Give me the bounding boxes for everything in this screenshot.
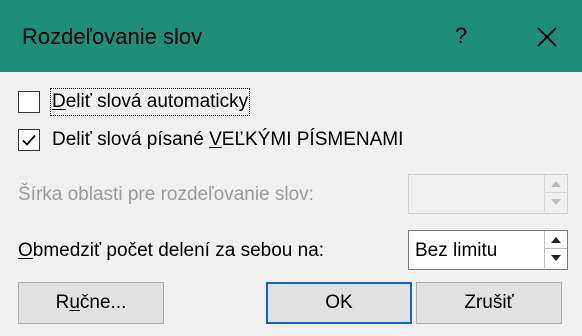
consecutive-limit-value[interactable]: Bez limitu (415, 239, 497, 263)
label-text: R (55, 292, 70, 313)
hyphenation-zone-spinner (408, 174, 568, 214)
spin-up-button (545, 175, 567, 193)
label-text: čne... (79, 292, 127, 313)
hyphenation-zone-row: Šírka oblasti pre rozdeľovanie slov: (18, 174, 568, 214)
hyphenate-caps-option[interactable]: Deliť slová písané VEĽKÝMI PÍSMENAMI (18, 127, 403, 153)
title-bar: Rozdeľovanie slov ? (0, 0, 582, 72)
close-icon (537, 27, 557, 47)
arrow-down-icon (551, 255, 561, 261)
auto-hyphenate-label: Deliť slová automaticky (49, 88, 251, 116)
ok-button[interactable]: OK (266, 282, 412, 324)
consecutive-limit-row: Obmedziť počet delení za sebou na: Bez l… (18, 230, 568, 270)
consecutive-limit-label: Obmedziť počet delení za sebou na: (18, 239, 324, 263)
manual-button[interactable]: Ru čne... (18, 282, 164, 324)
accelerator-key: V (209, 129, 222, 150)
spin-down-button[interactable] (545, 249, 567, 267)
checkmark-icon (22, 134, 36, 146)
label-text: eliť slová automaticky (65, 91, 249, 112)
spinner-buttons (544, 231, 567, 268)
accelerator-key: u (69, 292, 80, 313)
auto-hyphenate-option[interactable]: Deliť slová automaticky (18, 88, 251, 116)
help-button[interactable]: ? (446, 23, 476, 51)
arrow-up-icon (551, 236, 561, 243)
auto-hyphenate-checkbox[interactable] (18, 91, 40, 113)
spin-up-button[interactable] (545, 231, 567, 249)
consecutive-limit-spinner[interactable]: Bez limitu (408, 230, 568, 270)
spin-down-button (545, 193, 567, 211)
close-button[interactable] (530, 22, 562, 52)
dialog-title: Rozdeľovanie slov (22, 24, 203, 49)
label-text: EĽKÝMI PÍSMENAMI (221, 129, 404, 150)
hyphenate-caps-checkbox[interactable] (18, 129, 40, 151)
accelerator-key: D (52, 91, 66, 112)
hyphenation-zone-label: Šírka oblasti pre rozdeľovanie slov: (18, 184, 314, 205)
arrow-down-icon (551, 199, 561, 205)
accelerator-key: O (18, 240, 33, 261)
label-text: bmedziť počet delení za sebou na: (32, 240, 325, 261)
spinner-buttons (544, 175, 567, 212)
arrow-up-icon (551, 180, 561, 187)
label-text: Deliť slová písané (52, 129, 210, 150)
cancel-button[interactable]: Zrušiť (416, 282, 562, 324)
hyphenate-caps-label: Deliť slová písané VEĽKÝMI PÍSMENAMI (52, 128, 403, 152)
